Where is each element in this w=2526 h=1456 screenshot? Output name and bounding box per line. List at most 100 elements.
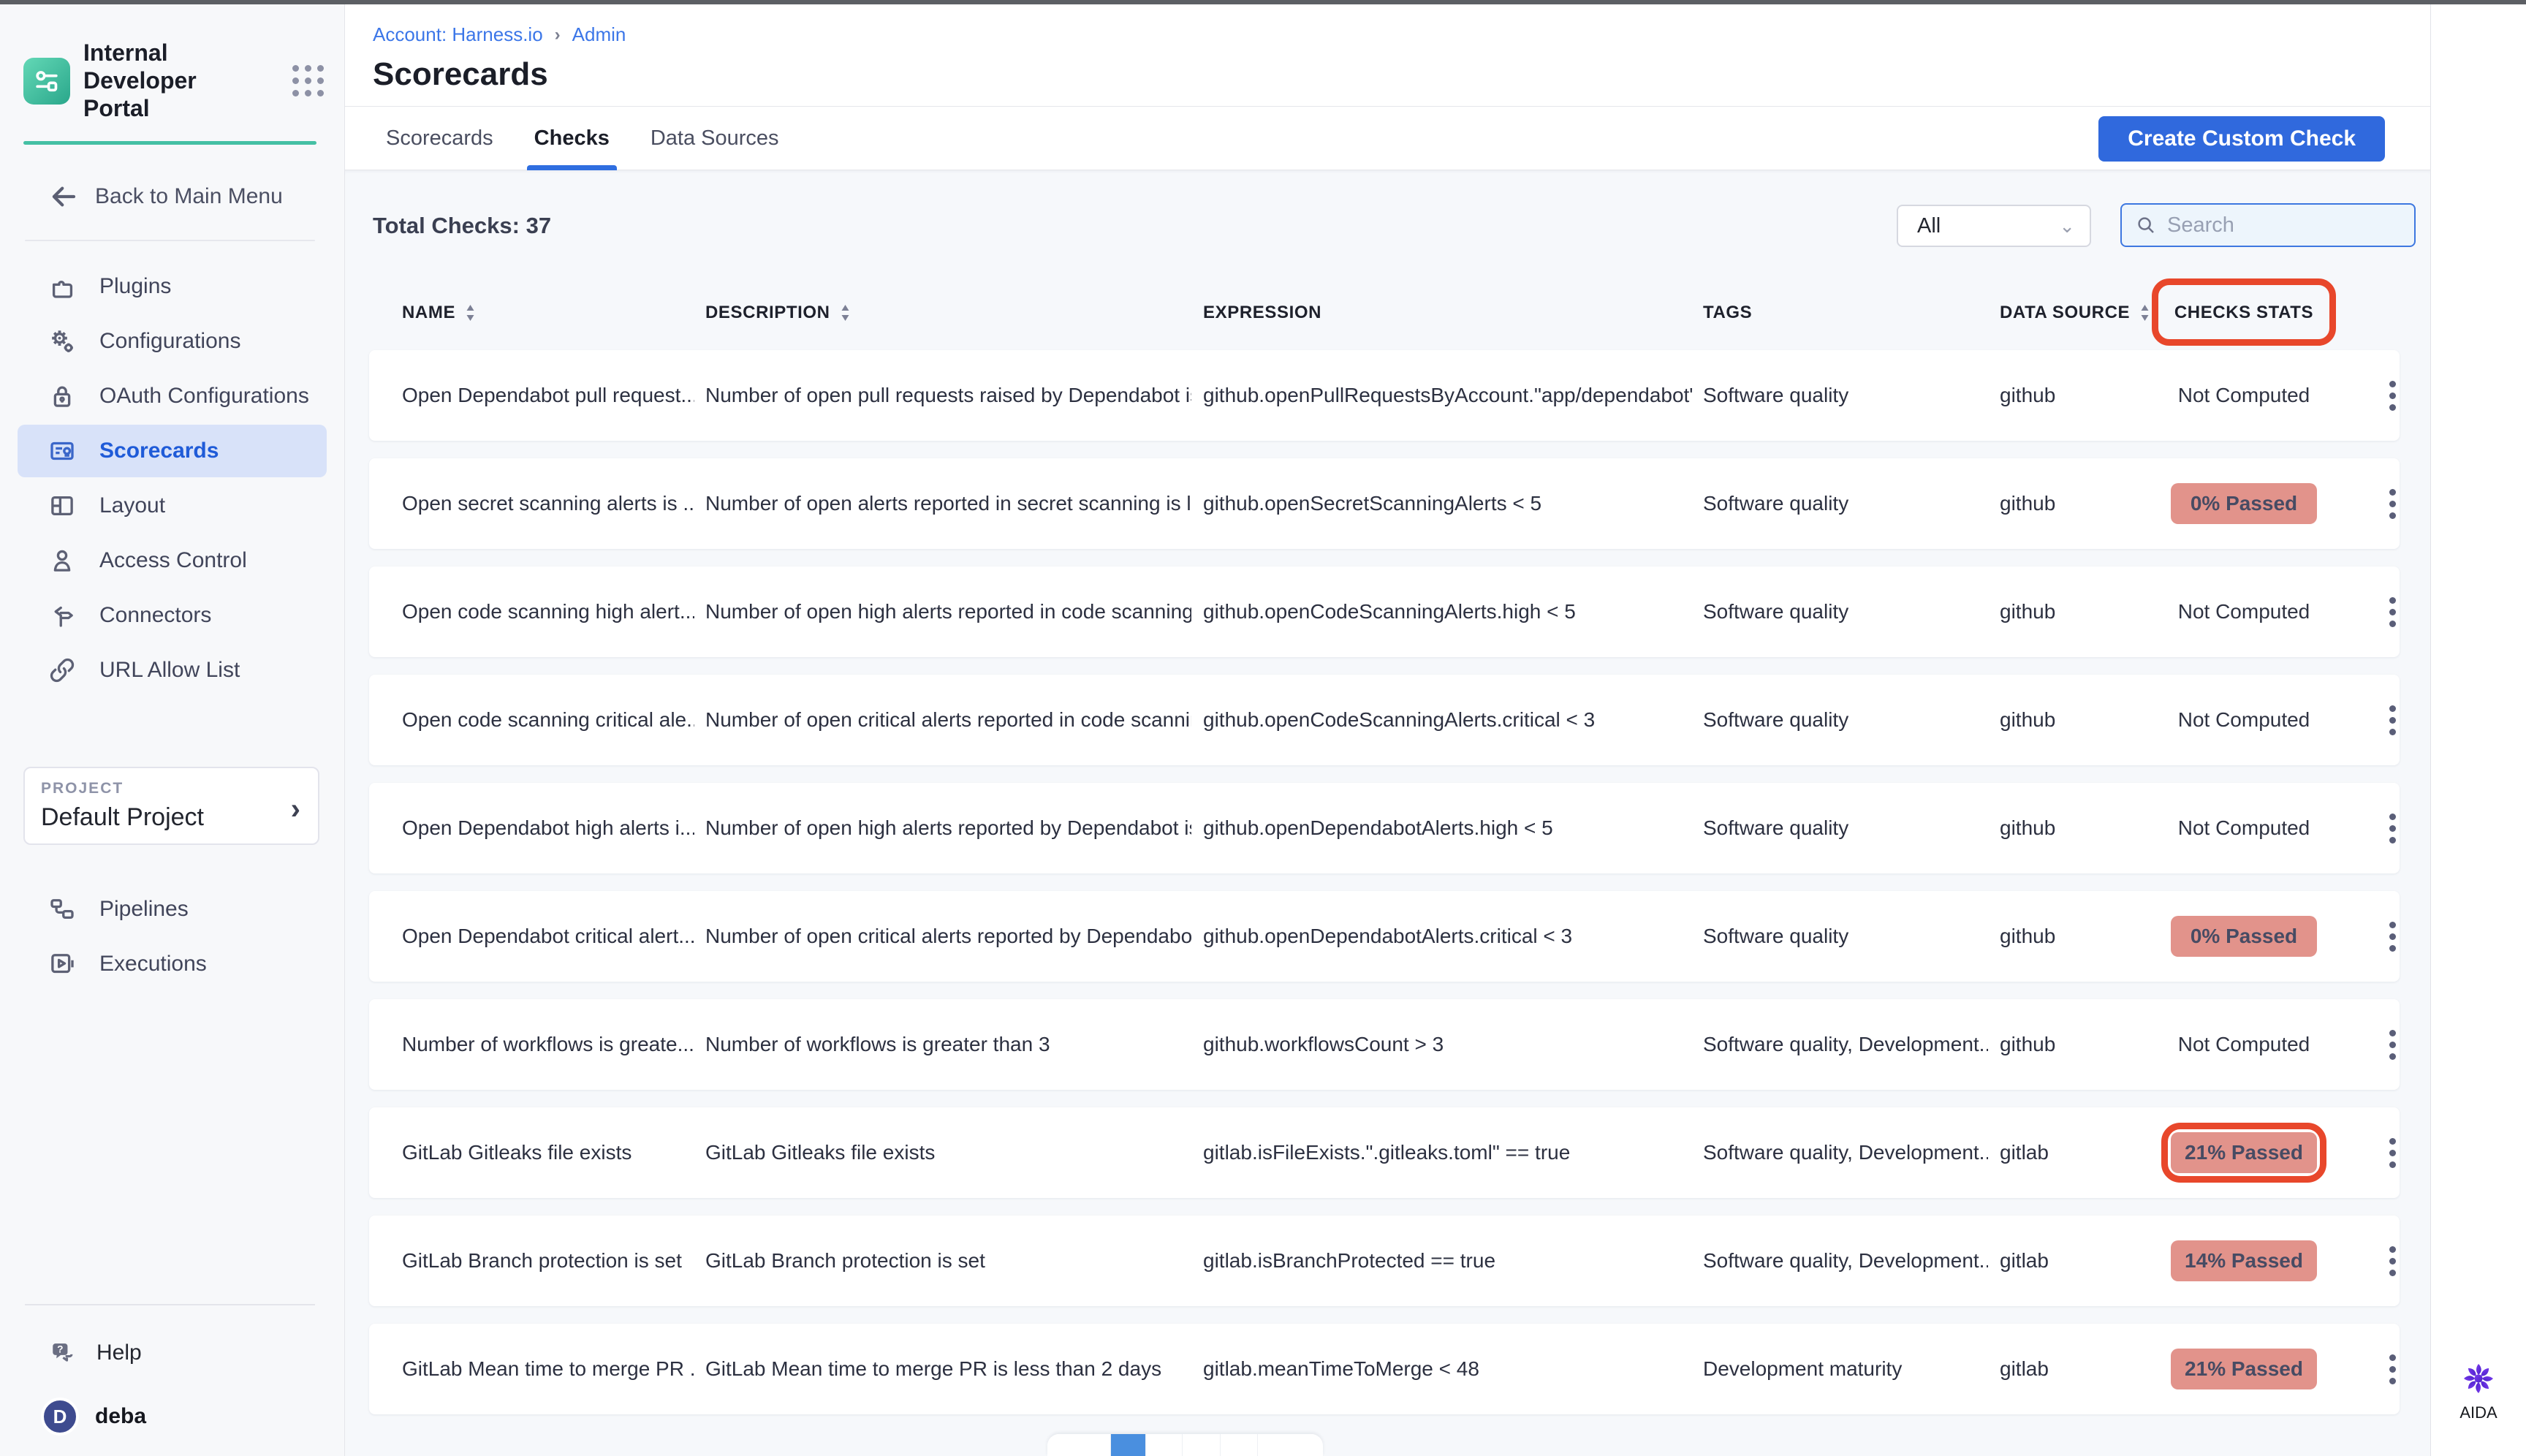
back-label: Back to Main Menu — [95, 184, 283, 209]
tab-data-sources[interactable]: Data Sources — [651, 107, 779, 170]
pagination-page[interactable] — [1183, 1434, 1221, 1456]
kebab-menu-icon[interactable] — [2381, 377, 2403, 414]
check-name: GitLab Branch protection is set — [402, 1216, 694, 1306]
create-custom-check-button[interactable]: Create Custom Check — [2098, 116, 2385, 162]
checks-stats-cell: Not Computed — [2171, 699, 2317, 740]
check-expression: github.workflowsCount > 3 — [1203, 999, 1693, 1090]
help-chat-icon: ? — [47, 1337, 79, 1369]
project-label: PROJECT — [41, 780, 302, 797]
breadcrumb-admin-link[interactable]: Admin — [572, 23, 626, 46]
column-header-description[interactable]: DESCRIPTION — [705, 293, 852, 333]
table-header: NAME DESCRIPTION EXPRESSION TAGS DATA SO… — [345, 293, 2430, 333]
sidebar-item-scorecards[interactable]: Scorecards — [18, 425, 327, 477]
check-name: Open secret scanning alerts is ... — [402, 458, 694, 549]
search-box — [2120, 203, 2416, 247]
right-rail: AIDA — [2430, 4, 2526, 1456]
check-name: Open code scanning high alert... — [402, 566, 694, 657]
sidebar-item-layout[interactable]: Layout — [18, 479, 327, 532]
page-title: Scorecards — [373, 56, 2430, 93]
checks-content: Total Checks: 37 All ⌄ NAME DESCRIPTION — [345, 170, 2430, 1456]
aida-assistant-button[interactable]: AIDA — [2431, 1361, 2526, 1422]
table-row[interactable]: Number of workflows is greate... Number … — [369, 999, 2400, 1090]
sidebar-item-label: Connectors — [99, 603, 211, 628]
kebab-menu-icon[interactable] — [2381, 485, 2403, 522]
total-checks-count: Total Checks: 37 — [373, 213, 551, 239]
check-expression: gitlab.isFileExists.".gitleaks.toml" == … — [1203, 1107, 1693, 1198]
sidebar-item-plugins[interactable]: Plugins — [18, 260, 327, 313]
page-header: Account: Harness.io › Admin Scorecards — [345, 4, 2430, 107]
kebab-menu-icon[interactable] — [2381, 810, 2403, 846]
project-name: Default Project — [41, 803, 302, 832]
check-tags: Software quality — [1703, 566, 1988, 657]
sort-icon[interactable] — [2139, 303, 2151, 323]
app-grid-icon[interactable] — [292, 65, 324, 96]
table-row[interactable]: GitLab Gitleaks file exists GitLab Gitle… — [369, 1107, 2400, 1198]
stats-badge: 21% Passed — [2171, 1132, 2317, 1173]
sidebar-item-pipelines[interactable]: Pipelines — [18, 883, 327, 936]
column-label: NAME — [402, 303, 455, 323]
table-row[interactable]: Open code scanning high alert... Number … — [369, 566, 2400, 657]
kebab-menu-icon[interactable] — [2381, 918, 2403, 955]
project-selector[interactable]: PROJECT Default Project › — [23, 767, 319, 845]
sidebar-item-configurations[interactable]: Configurations — [18, 315, 327, 368]
tab-checks[interactable]: Checks — [534, 107, 610, 170]
search-input[interactable] — [2167, 213, 2386, 238]
check-name: GitLab Gitleaks file exists — [402, 1107, 694, 1198]
user-menu[interactable]: D deba — [41, 1398, 344, 1436]
kebab-menu-icon[interactable] — [2381, 702, 2403, 738]
user-name: deba — [95, 1404, 146, 1429]
table-row[interactable]: Open Dependabot high alerts i... Number … — [369, 783, 2400, 873]
pagination-prev[interactable] — [1047, 1434, 1111, 1456]
kebab-menu-icon[interactable] — [2381, 1026, 2403, 1063]
filter-dropdown[interactable]: All ⌄ — [1897, 205, 2091, 247]
back-to-main-menu[interactable]: Back to Main Menu — [48, 181, 344, 212]
sidebar-item-connectors[interactable]: Connectors — [18, 589, 327, 642]
table-row[interactable]: Open Dependabot pull request... Number o… — [369, 350, 2400, 441]
check-description: Number of workflows is greater than 3 — [705, 999, 1191, 1090]
sidebar: Internal Developer Portal Back to Main M… — [0, 4, 345, 1456]
check-data-source: github — [2000, 891, 2146, 982]
sidebar-item-oauth-configurations[interactable]: OAuth Configurations — [18, 370, 327, 422]
table-row[interactable]: Open Dependabot critical alert... Number… — [369, 891, 2400, 982]
column-header-data-source[interactable]: DATA SOURCE — [2000, 293, 2151, 333]
column-header-name[interactable]: NAME — [402, 293, 477, 333]
kebab-menu-icon[interactable] — [2381, 1351, 2403, 1387]
sidebar-item-access-control[interactable]: Access Control — [18, 534, 327, 587]
breadcrumb-account-link[interactable]: Account: Harness.io — [373, 23, 543, 46]
help-button[interactable]: ? Help — [47, 1327, 344, 1379]
brand-accent-rule — [23, 141, 316, 145]
check-data-source: github — [2000, 566, 2146, 657]
table-row[interactable]: Open secret scanning alerts is ... Numbe… — [369, 458, 2400, 549]
kebab-menu-icon[interactable] — [2381, 594, 2403, 630]
tab-scorecards[interactable]: Scorecards — [386, 107, 493, 170]
checks-stats-cell: Not Computed — [2171, 375, 2317, 416]
sidebar-item-executions[interactable]: Executions — [18, 938, 327, 990]
check-expression: github.openCodeScanningAlerts.high < 5 — [1203, 566, 1693, 657]
check-tags: Software quality — [1703, 350, 1988, 441]
pagination-page[interactable] — [1221, 1434, 1258, 1456]
check-description: Number of open pull requests raised by D… — [705, 350, 1191, 441]
sort-icon[interactable] — [464, 303, 477, 323]
puzzle-icon — [47, 271, 77, 302]
column-header-tags: TAGS — [1703, 293, 1752, 333]
sidebar-item-label: Scorecards — [99, 439, 219, 463]
help-label: Help — [96, 1341, 142, 1365]
check-tags: Software quality — [1703, 891, 1988, 982]
column-label: EXPRESSION — [1203, 303, 1321, 323]
kebab-menu-icon[interactable] — [2381, 1134, 2403, 1171]
table-row[interactable]: GitLab Branch protection is set GitLab B… — [369, 1216, 2400, 1306]
table-row[interactable]: GitLab Mean time to merge PR ... GitLab … — [369, 1324, 2400, 1414]
sidebar-bottom: ? Help D deba — [0, 1304, 344, 1436]
sort-icon[interactable] — [839, 303, 852, 323]
search-icon — [2135, 214, 2157, 236]
sidebar-item-url-allow-list[interactable]: URL Allow List — [18, 644, 327, 697]
pagination-page-active[interactable] — [1111, 1434, 1146, 1456]
table-row[interactable]: Open code scanning critical ale... Numbe… — [369, 675, 2400, 765]
kebab-menu-icon[interactable] — [2381, 1243, 2403, 1279]
pagination-page[interactable] — [1146, 1434, 1183, 1456]
breadcrumb: Account: Harness.io › Admin — [373, 23, 2430, 46]
sidebar-item-label: Executions — [99, 952, 207, 977]
check-tags: Development maturity — [1703, 1324, 1988, 1414]
pagination-next[interactable] — [1258, 1434, 1320, 1456]
check-tags: Software quality, Development... — [1703, 1107, 1988, 1198]
